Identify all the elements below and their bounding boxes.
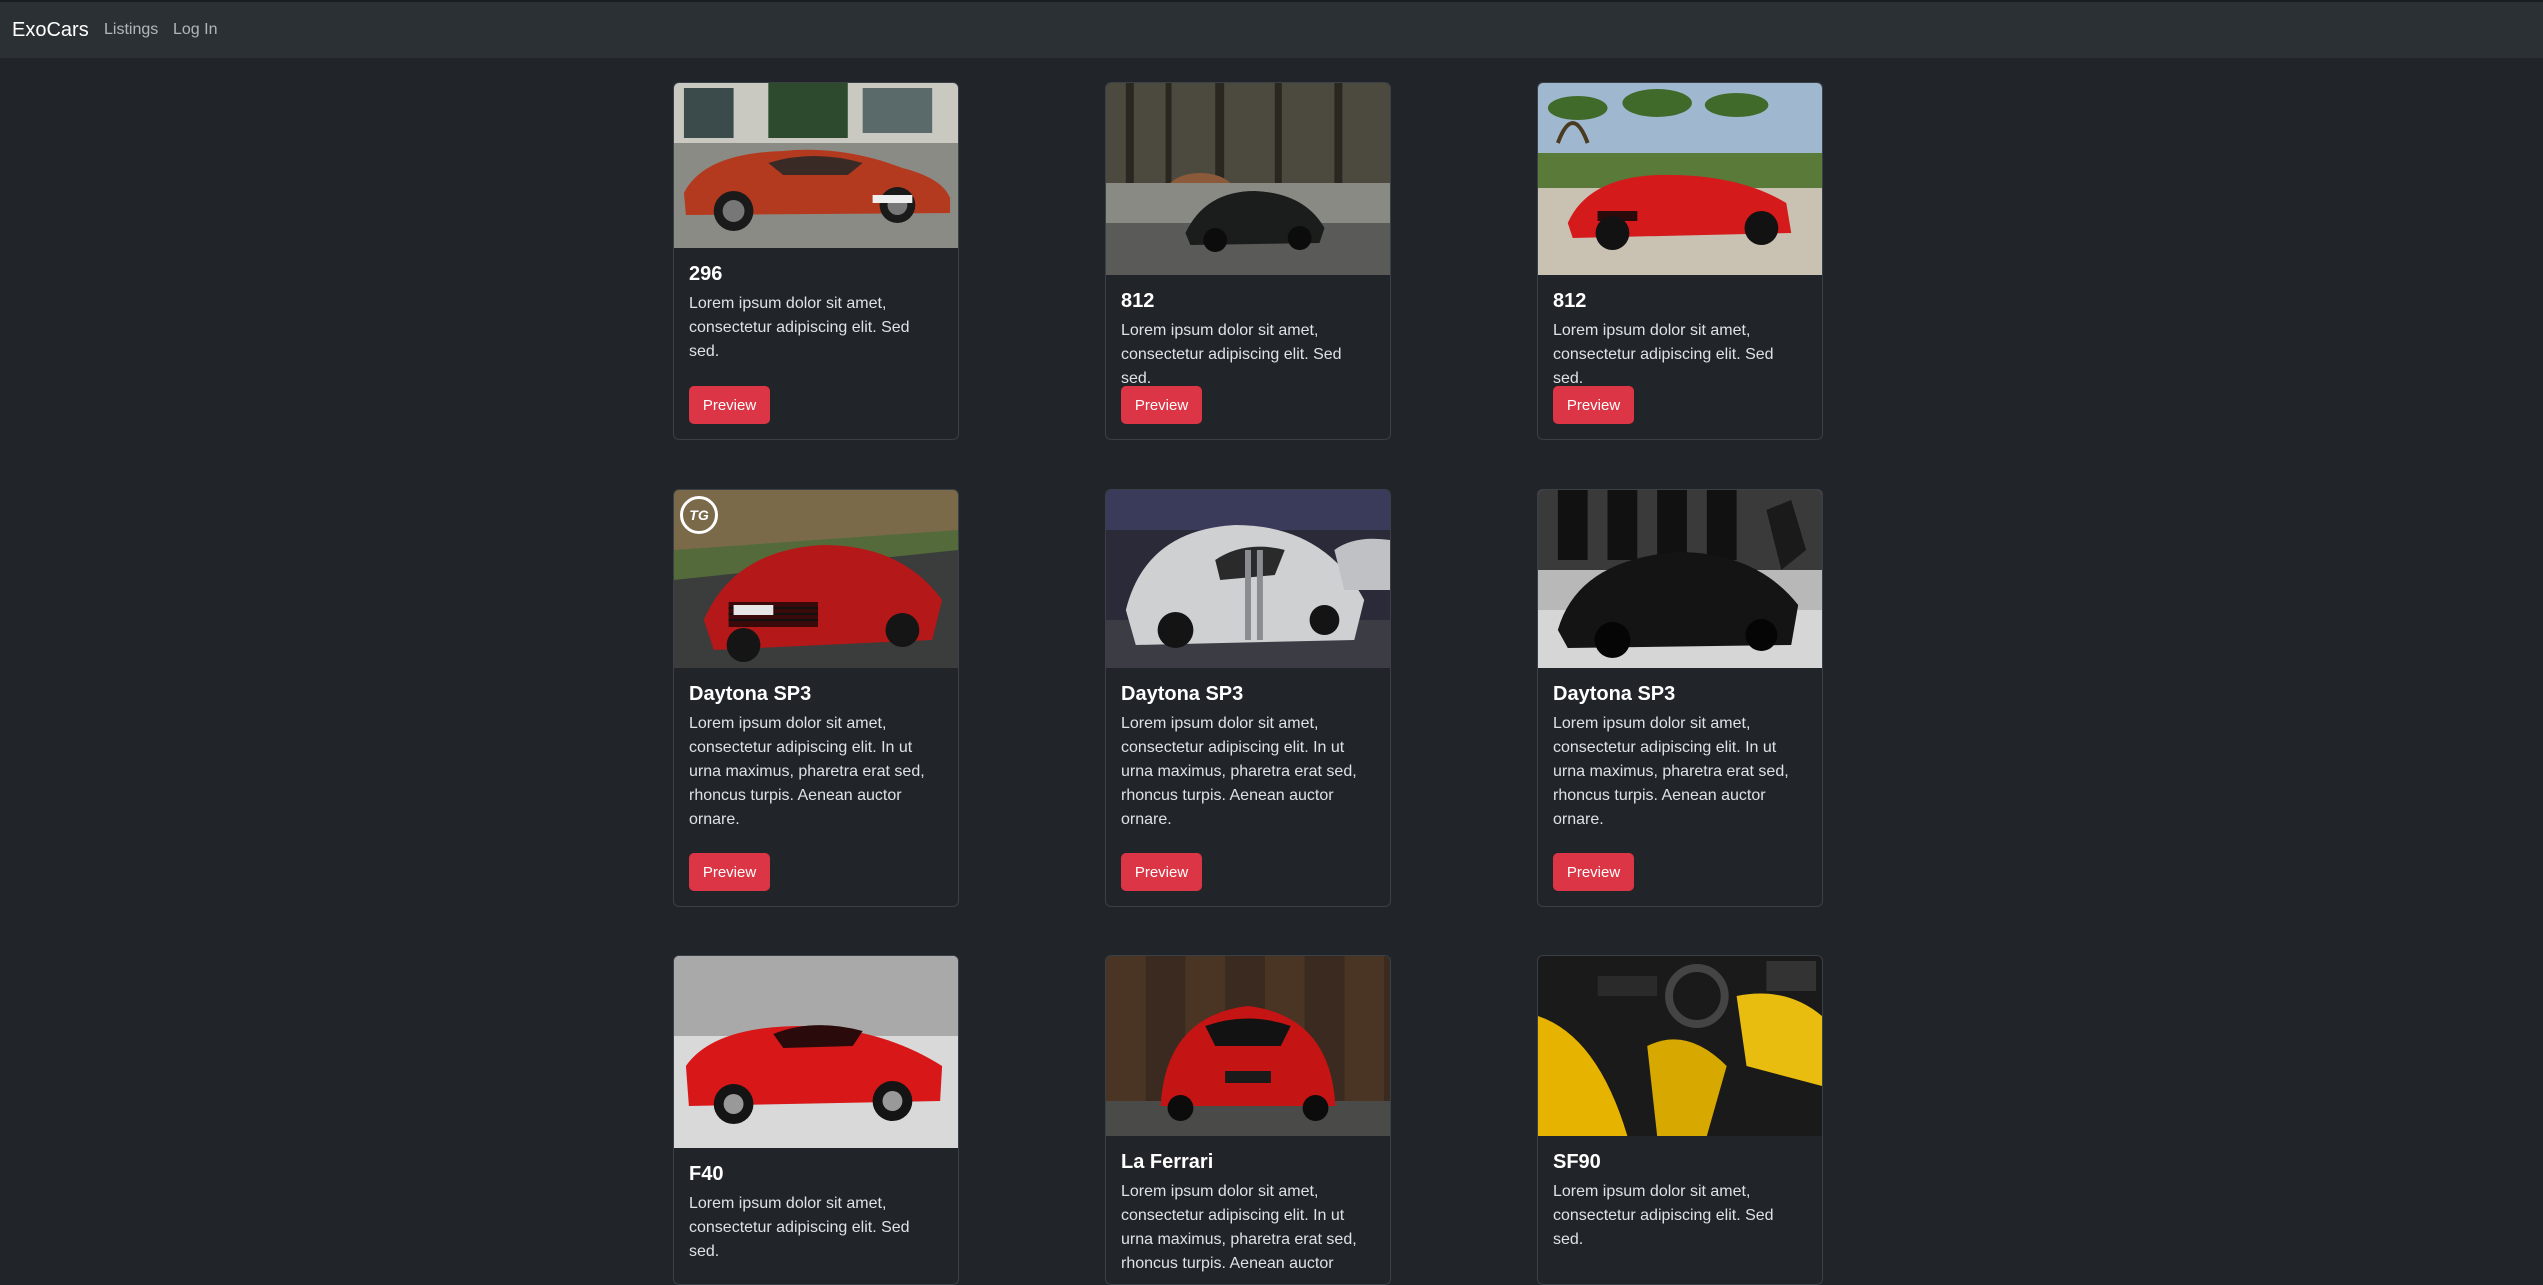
- card-text: Lorem ipsum dolor sit amet, consectetur …: [1553, 322, 1774, 387]
- card-title: SF90: [1553, 1151, 1601, 1173]
- top-navbar: ExoCars Listings Log In: [0, 0, 2543, 58]
- card-text: Lorem ipsum dolor sit amet, consectetur …: [1121, 322, 1342, 387]
- preview-button[interactable]: Preview: [1121, 386, 1202, 424]
- listing-card: Daytona SP3 Lorem ipsum dolor sit amet, …: [1537, 489, 1823, 907]
- top-gear-logo: TG: [680, 496, 718, 534]
- card-body: 812 Lorem ipsum dolor sit amet, consecte…: [1538, 275, 1822, 391]
- listing-card: SF90 Lorem ipsum dolor sit amet, consect…: [1537, 955, 1823, 1285]
- listing-card: 812 Lorem ipsum dolor sit amet, consecte…: [1105, 82, 1391, 440]
- card-text: Lorem ipsum dolor sit amet, consectetur …: [1121, 715, 1357, 828]
- card-body: Daytona SP3 Lorem ipsum dolor sit amet, …: [1106, 668, 1390, 832]
- card-body: SF90 Lorem ipsum dolor sit amet, consect…: [1538, 1136, 1822, 1252]
- card-body: 812 Lorem ipsum dolor sit amet, consecte…: [1106, 275, 1390, 391]
- card-title: Daytona SP3: [1553, 683, 1676, 705]
- card-text: Lorem ipsum dolor sit amet, consectetur …: [1121, 1183, 1357, 1272]
- card-body: La Ferrari Lorem ipsum dolor sit amet, c…: [1106, 1136, 1390, 1276]
- preview-button[interactable]: Preview: [689, 386, 770, 424]
- listing-card: Daytona SP3 Lorem ipsum dolor sit amet, …: [1105, 489, 1391, 907]
- card-title: 296: [689, 263, 723, 285]
- card-title: Daytona SP3: [689, 683, 812, 705]
- card-body: 296 Lorem ipsum dolor sit amet, consecte…: [674, 248, 958, 364]
- card-title: 812: [1121, 290, 1155, 312]
- card-text: Lorem ipsum dolor sit amet, consectetur …: [689, 1195, 910, 1260]
- car-photo: [1538, 490, 1822, 668]
- listing-card: TG Daytona SP3 Lorem ipsum dolor sit ame…: [673, 489, 959, 907]
- car-photo: [1538, 956, 1822, 1136]
- card-text: Lorem ipsum dolor sit amet, consectetur …: [689, 715, 925, 828]
- car-photo: [674, 956, 958, 1148]
- preview-button[interactable]: Preview: [1553, 386, 1634, 424]
- listing-card: La Ferrari Lorem ipsum dolor sit amet, c…: [1105, 955, 1391, 1285]
- car-photo: [1538, 83, 1822, 275]
- card-text: Lorem ipsum dolor sit amet, consectetur …: [1553, 715, 1789, 828]
- preview-button[interactable]: Preview: [689, 853, 770, 891]
- card-body: Daytona SP3 Lorem ipsum dolor sit amet, …: [674, 668, 958, 832]
- card-title: F40: [689, 1163, 724, 1185]
- nav-link-login[interactable]: Log In: [173, 21, 217, 39]
- card-title: 812: [1553, 290, 1587, 312]
- listing-card: 296 Lorem ipsum dolor sit amet, consecte…: [673, 82, 959, 440]
- car-photo: [674, 83, 958, 248]
- brand-logo-link[interactable]: ExoCars: [12, 19, 89, 42]
- card-title: Daytona SP3: [1121, 683, 1244, 705]
- preview-button[interactable]: Preview: [1553, 853, 1634, 891]
- listing-card: 812 Lorem ipsum dolor sit amet, consecte…: [1537, 82, 1823, 440]
- card-text: Lorem ipsum dolor sit amet, consectetur …: [1553, 1183, 1774, 1248]
- car-photo: [1106, 956, 1390, 1136]
- card-title: La Ferrari: [1121, 1151, 1214, 1173]
- car-photo: [1106, 490, 1390, 668]
- preview-button[interactable]: Preview: [1121, 853, 1202, 891]
- card-text: Lorem ipsum dolor sit amet, consectetur …: [689, 295, 910, 360]
- car-photo: TG: [674, 490, 958, 668]
- card-body: Daytona SP3 Lorem ipsum dolor sit amet, …: [1538, 668, 1822, 832]
- nav-link-listings[interactable]: Listings: [104, 21, 158, 39]
- listing-card: F40 Lorem ipsum dolor sit amet, consecte…: [673, 955, 959, 1285]
- car-photo: [1106, 83, 1390, 275]
- card-body: F40 Lorem ipsum dolor sit amet, consecte…: [674, 1148, 958, 1264]
